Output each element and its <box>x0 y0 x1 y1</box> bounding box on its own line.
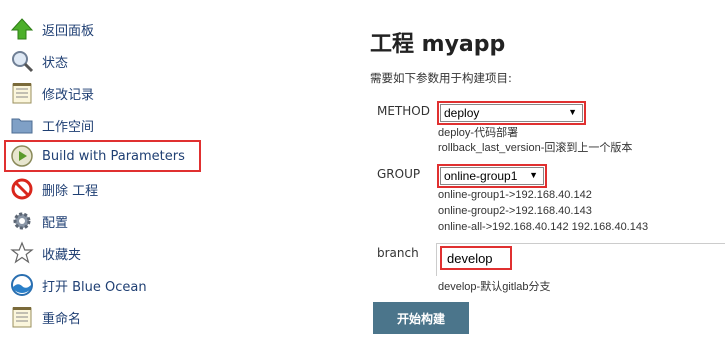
folder-icon <box>10 113 34 137</box>
sidebar-item-open-blue-ocean[interactable]: 打开 Blue Ocean <box>10 271 147 299</box>
group-select-value: online-group1 <box>444 169 518 183</box>
method-select-highlight: deploy ▼ <box>437 101 586 125</box>
sidebar-item-label: Build with Parameters <box>42 148 185 164</box>
branch-input[interactable]: develop <box>440 246 512 270</box>
group-select-highlight: online-group1 ▼ <box>437 164 547 188</box>
page-description: 需要如下参数用于构建项目: <box>370 71 512 85</box>
notepad-icon <box>10 305 34 329</box>
blue-ocean-icon <box>10 273 34 297</box>
sidebar-item-label: 配置 <box>42 215 69 231</box>
param-label-method: METHOD <box>377 104 430 118</box>
dropdown-arrow-icon: ▼ <box>568 107 577 117</box>
sidebar-item-label: 状态 <box>42 55 69 71</box>
gear-icon <box>10 209 34 233</box>
sidebar-item-workspace[interactable]: 工作空间 <box>10 111 94 139</box>
sidebar-item-status[interactable]: 状态 <box>10 47 68 75</box>
magnifier-icon <box>10 49 34 73</box>
sidebar-item-label: 重命名 <box>42 311 82 327</box>
sidebar-item-rename[interactable]: 重命名 <box>10 303 81 331</box>
sidebar: 返回面板 状态 修改记录 工作空间 Build with Parameters … <box>0 0 350 343</box>
param-desc-branch: develop-默认gitlab分支 <box>438 281 551 293</box>
method-select[interactable]: deploy ▼ <box>440 104 583 122</box>
method-select-value: deploy <box>444 106 480 120</box>
param-desc-group-line-1: online-group1->192.168.40.142 <box>438 189 592 201</box>
dropdown-arrow-icon: ▼ <box>529 170 538 180</box>
param-label-group: GROUP <box>377 167 421 181</box>
sidebar-item-favorite[interactable]: 收藏夹 <box>10 239 81 267</box>
clock-play-icon <box>10 144 34 168</box>
sidebar-item-build-with-parameters[interactable]: Build with Parameters <box>4 140 201 172</box>
page-title: 工程 myapp <box>370 32 506 57</box>
sidebar-item-label: 打开 Blue Ocean <box>42 279 147 295</box>
no-entry-icon <box>10 177 34 201</box>
param-desc-method-line-2: rollback_last_version-回滚到上一个版本 <box>438 142 633 154</box>
sidebar-item-label: 收藏夹 <box>42 247 82 263</box>
sidebar-item-delete-project[interactable]: 删除 工程 <box>10 175 98 203</box>
param-desc-group-line-2: online-group2->192.168.40.143 <box>438 205 592 217</box>
param-desc-method-line-1: deploy-代码部署 <box>438 127 519 139</box>
sidebar-item-label: 删除 工程 <box>42 183 99 199</box>
sidebar-item-label: 返回面板 <box>42 23 95 39</box>
star-icon <box>10 241 34 265</box>
sidebar-item-configure[interactable]: 配置 <box>10 207 68 235</box>
sidebar-item-label: 工作空间 <box>42 119 95 135</box>
start-build-button[interactable]: 开始构建 <box>373 302 469 334</box>
sidebar-item-label: 修改记录 <box>42 87 95 103</box>
param-label-branch: branch <box>377 246 419 260</box>
sidebar-item-changes[interactable]: 修改记录 <box>10 79 94 107</box>
group-select[interactable]: online-group1 ▼ <box>440 167 544 185</box>
notepad-icon <box>10 81 34 105</box>
branch-input-value: develop <box>447 250 493 266</box>
sidebar-item-back-to-dashboard[interactable]: 返回面板 <box>10 15 94 43</box>
up-arrow-icon <box>10 17 34 41</box>
param-desc-group-line-3: online-all->192.168.40.142 192.168.40.14… <box>438 221 649 233</box>
main-panel: 工程 myapp 需要如下参数用于构建项目: METHOD deploy ▼ d… <box>370 0 725 343</box>
